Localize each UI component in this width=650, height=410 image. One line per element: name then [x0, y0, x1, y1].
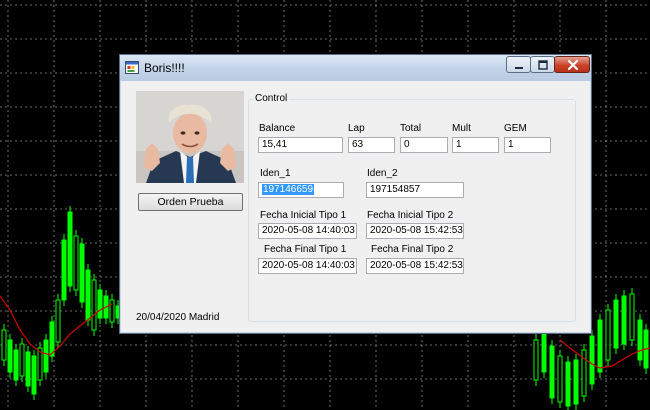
candle-body — [541, 329, 547, 373]
total-field[interactable]: 0 — [400, 137, 448, 153]
candle-body — [73, 235, 79, 291]
lap-field[interactable]: 63 — [348, 137, 395, 153]
fecha-inicial-2-field[interactable]: 2020-05-08 15:42:53 — [366, 223, 464, 239]
candle-body — [79, 243, 85, 303]
candle-body — [7, 339, 13, 373]
title-bar[interactable]: Boris!!!! — [120, 55, 591, 81]
candle-body — [613, 299, 619, 349]
candle-body — [31, 355, 37, 395]
gem-label: GEM — [504, 123, 527, 134]
fecha-final-1-field[interactable]: 2020-05-08 14:40:03 — [258, 258, 357, 274]
candle-body — [97, 289, 103, 319]
iden-2-label: Iden_2 — [367, 168, 398, 179]
candle-body — [19, 343, 25, 377]
candle-body — [43, 339, 49, 373]
candle-body — [589, 335, 595, 385]
location-date-label: 20/04/2020 Madrid — [136, 312, 220, 323]
mult-label: Mult — [452, 123, 471, 134]
candle-body — [13, 349, 19, 381]
candle-body — [85, 269, 91, 321]
fecha-final-2-label: Fecha Final Tipo 2 — [371, 244, 454, 255]
candle-body — [557, 355, 563, 403]
lap-label: Lap — [348, 123, 365, 134]
minimize-button[interactable] — [506, 56, 531, 73]
candle-body — [549, 345, 555, 399]
candle-body — [49, 321, 55, 357]
total-label: Total — [400, 123, 422, 134]
iden-2-field[interactable]: 197154857 — [366, 182, 464, 198]
control-group-title: Control — [253, 93, 290, 104]
candle-body — [61, 239, 67, 301]
iden-1-label: Iden_1 — [260, 168, 291, 179]
maximize-icon — [538, 60, 548, 70]
balance-label: Balance — [259, 123, 296, 134]
iden-1-field[interactable]: 197146659 — [258, 182, 344, 198]
close-icon — [567, 59, 579, 71]
orden-prueba-button[interactable]: Orden Prueba — [138, 193, 243, 211]
window-title: Boris!!!! — [144, 61, 185, 75]
candle-body — [621, 295, 627, 345]
mult-field[interactable]: 1 — [452, 137, 499, 153]
candle-body — [25, 351, 31, 387]
candle-body — [637, 319, 643, 361]
close-button[interactable] — [554, 56, 590, 73]
gem-field[interactable]: 1 — [504, 137, 551, 153]
fecha-inicial-2-label: Fecha Inicial Tipo 2 — [367, 210, 454, 221]
candle-body — [67, 211, 73, 287]
balance-field[interactable]: 15,41 — [258, 137, 343, 153]
candle-body — [533, 339, 539, 381]
candle-body — [565, 361, 571, 407]
candle-body — [629, 293, 635, 341]
candle-body — [109, 299, 115, 323]
main-window: Boris!!!! Orden Prueba 20/04/2020 Madrid… — [119, 54, 592, 334]
app-icon — [125, 61, 139, 74]
candle-body — [573, 359, 579, 405]
iden-1-selected-text: 197146659 — [262, 184, 315, 195]
candle-body — [55, 299, 61, 343]
candle-body — [605, 309, 611, 361]
profile-photo — [136, 91, 244, 183]
fecha-final-1-label: Fecha Final Tipo 1 — [264, 244, 347, 255]
minimize-icon — [515, 67, 523, 69]
fecha-final-2-field[interactable]: 2020-05-08 15:42:53 — [366, 258, 464, 274]
candle-body — [1, 329, 7, 361]
candle-body — [91, 279, 97, 331]
fecha-inicial-1-label: Fecha Inicial Tipo 1 — [260, 210, 347, 221]
maximize-button[interactable] — [530, 56, 555, 73]
candle-body — [597, 319, 603, 373]
fecha-inicial-1-field[interactable]: 2020-05-08 14:40:03 — [258, 223, 357, 239]
